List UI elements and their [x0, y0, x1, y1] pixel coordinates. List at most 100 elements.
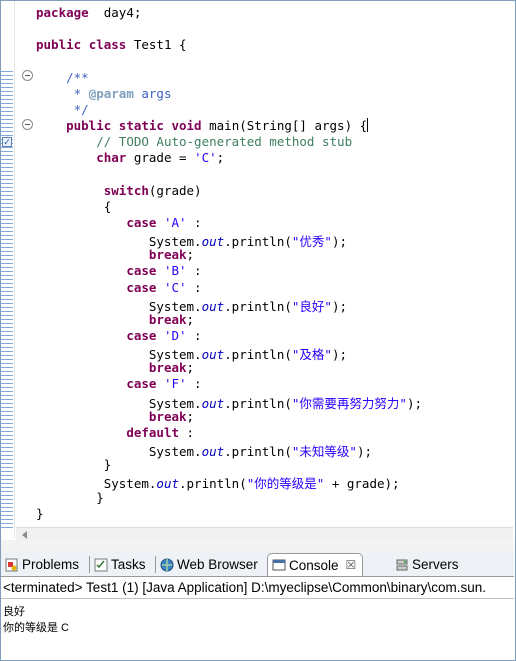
code-line[interactable]: } [36, 457, 112, 473]
code-token: static [118, 118, 164, 134]
code-line[interactable]: } [36, 506, 44, 521]
code-token: "未知等级" [291, 444, 357, 460]
code-token: main(String[] args) { [201, 118, 368, 134]
code-line[interactable]: { [36, 199, 112, 214]
code-token: break [148, 247, 187, 263]
code-line[interactable]: default : [36, 425, 194, 440]
code-token: Test1 { [126, 37, 187, 53]
console-output-line: 良好 [3, 606, 25, 618]
console-output-line: 你的等级是 C [3, 622, 69, 634]
code-token: public [66, 118, 112, 134]
code-token: 'C' [163, 279, 187, 295]
code-token: .println( [224, 444, 292, 460]
code-line[interactable]: case 'C' : [36, 279, 202, 295]
code-line[interactable]: case 'B' : [36, 263, 202, 279]
code-token: ; [186, 360, 195, 376]
tasks-icon [94, 558, 108, 572]
code-area[interactable]: package day4; public class Test1 { /** * … [36, 0, 516, 525]
code-line[interactable]: * @param args [36, 86, 172, 101]
code-token: (grade) [148, 182, 202, 198]
close-icon[interactable]: ☒ [346, 558, 357, 572]
code-token: "良好" [291, 298, 332, 314]
tab-tasks-label: Tasks [111, 557, 146, 572]
code-token: * [73, 85, 89, 101]
code-token: out [201, 444, 225, 460]
code-token: switch [103, 182, 149, 198]
code-token: 'C' [194, 150, 217, 166]
code-token: */ [73, 101, 89, 117]
code-token: "及格" [291, 347, 332, 363]
code-line[interactable]: case 'F' : [36, 376, 201, 391]
tab-servers-label: Servers [412, 557, 459, 572]
code-token: public [36, 37, 82, 53]
tab-problems[interactable]: Problems [5, 553, 79, 576]
task-marker-icon: ✓ [2, 137, 12, 147]
code-token: case [126, 263, 157, 279]
code-token: out [201, 298, 225, 314]
code-token: : [186, 263, 202, 279]
code-token: day4; [88, 5, 142, 20]
code-line[interactable]: switch(grade) [36, 183, 202, 198]
code-token: ; [186, 408, 195, 424]
code-token: "你需要再努力努力" [291, 395, 407, 411]
code-line[interactable]: break; [36, 312, 194, 327]
code-token: @param [88, 85, 134, 101]
code-token: out [156, 476, 179, 492]
code-line[interactable]: public class Test1 { [36, 37, 187, 52]
code-token: .println( [224, 298, 292, 314]
code-line[interactable]: // TODO Auto-generated method stub [36, 134, 352, 149]
code-line[interactable]: case 'A' : [36, 214, 202, 230]
code-token: // TODO Auto-generated method stub [96, 134, 353, 150]
console-icon [272, 558, 286, 572]
tab-tasks[interactable]: Tasks [94, 553, 146, 576]
code-line[interactable]: break; [36, 247, 194, 262]
code-token: } [36, 457, 112, 473]
code-token: : [186, 214, 202, 230]
code-token: break [148, 408, 187, 424]
tab-web-browser[interactable]: Web Browser [160, 553, 258, 576]
code-token: ; [186, 247, 195, 263]
code-token: .println( [224, 234, 292, 250]
code-line[interactable]: /** [36, 70, 89, 85]
code-token: } [36, 489, 104, 505]
fold-icon[interactable] [22, 119, 33, 130]
horizontal-scrollbar[interactable] [16, 527, 513, 540]
code-line[interactable]: break; [36, 360, 194, 375]
code-token: package [36, 5, 89, 20]
code-token: ); [331, 347, 348, 363]
fold-icon[interactable] [22, 70, 33, 81]
code-line[interactable]: public static void main(String[] args) { [36, 118, 369, 134]
code-token: 'D' [163, 328, 187, 343]
code-token: : [186, 279, 202, 295]
code-line[interactable]: package day4; [36, 5, 141, 20]
code-line[interactable]: case 'D' : [36, 328, 202, 343]
code-token: 'A' [163, 214, 187, 230]
code-token: "你的等级是" [246, 476, 325, 492]
code-token: : [186, 328, 202, 343]
text-caret [367, 118, 369, 133]
code-line[interactable]: char grade = 'C'; [36, 150, 224, 165]
code-token: .println( [224, 347, 292, 363]
tab-servers[interactable]: Servers [395, 553, 459, 576]
code-line[interactable]: */ [36, 102, 89, 117]
code-line[interactable]: } [36, 490, 104, 505]
code-token: grade = [126, 150, 195, 166]
code-line[interactable]: break; [36, 409, 194, 424]
code-token: void [171, 118, 202, 134]
code-token: .println( [224, 395, 292, 411]
code-token: break [148, 311, 187, 327]
tab-console[interactable]: Console ☒ [267, 553, 364, 576]
scroll-left-icon[interactable] [22, 531, 27, 539]
tab-divider [155, 556, 156, 573]
